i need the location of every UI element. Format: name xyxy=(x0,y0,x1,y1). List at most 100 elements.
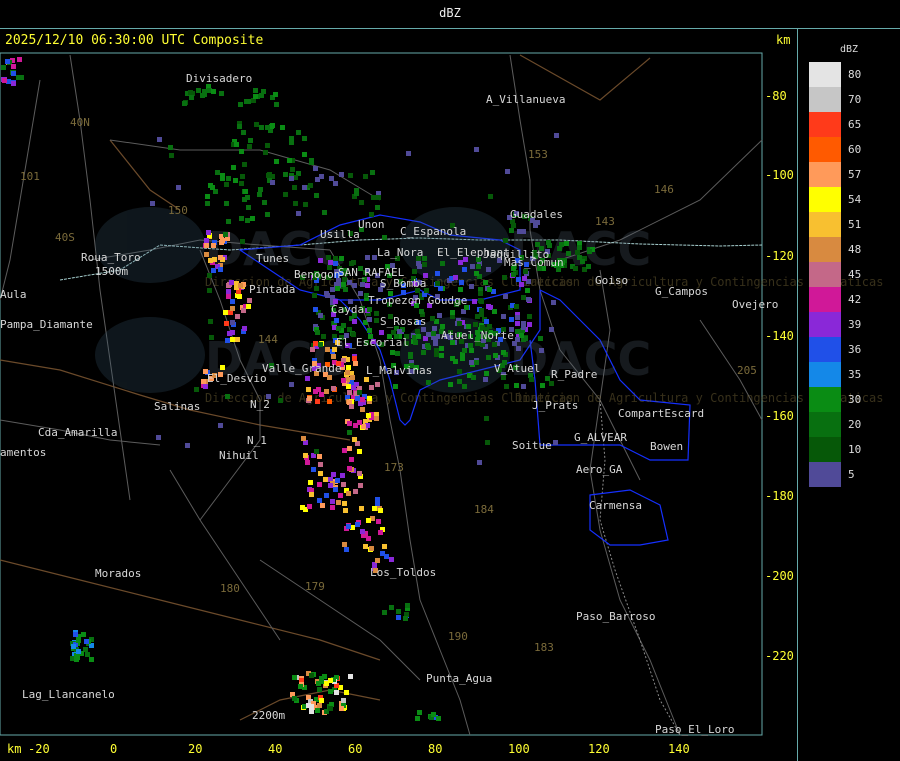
echo-cell xyxy=(405,603,410,608)
place-label: Benogon xyxy=(294,268,340,281)
echo-cell xyxy=(340,473,345,478)
echo-cell xyxy=(344,547,349,552)
legend-swatch xyxy=(809,287,841,312)
echo-cell xyxy=(324,389,329,394)
legend-swatch xyxy=(809,87,841,112)
echo-cell xyxy=(502,275,507,280)
echo-cell xyxy=(521,384,526,389)
echo-cell xyxy=(488,194,493,199)
echo-cell xyxy=(296,211,301,216)
echo-cell xyxy=(226,219,231,224)
echo-cell xyxy=(419,309,424,314)
echo-cell xyxy=(289,176,294,181)
y-tick-label: -80 xyxy=(765,89,787,103)
legend-swatch xyxy=(809,212,841,237)
echo-cell xyxy=(516,277,521,282)
place-label: Roua_Toro xyxy=(81,251,141,264)
legend-swatch xyxy=(809,62,841,87)
echo-cell xyxy=(305,376,310,381)
echo-cell xyxy=(261,89,266,94)
echo-cell xyxy=(312,293,317,298)
echo-cell xyxy=(317,482,322,487)
echo-cell xyxy=(526,297,531,302)
border-lines xyxy=(0,54,651,721)
echo-cell xyxy=(458,287,463,292)
echo-cell xyxy=(318,258,323,263)
echo-cell xyxy=(346,365,351,370)
echo-cell xyxy=(230,320,235,325)
echo-cell xyxy=(431,331,436,336)
echo-cell xyxy=(486,267,491,272)
echo-cell xyxy=(241,130,246,135)
echo-cell xyxy=(226,289,231,294)
echo-cell xyxy=(515,337,520,342)
echo-cell xyxy=(474,271,479,276)
echo-cell xyxy=(194,387,199,392)
echo-cell xyxy=(307,504,312,509)
legend-label: 60 xyxy=(848,143,862,156)
y-tick-label: -100 xyxy=(765,168,794,182)
echo-cell xyxy=(322,210,327,215)
echo-cell xyxy=(311,467,316,472)
place-label: Mas_Comun xyxy=(504,256,564,269)
echo-cell xyxy=(492,309,497,314)
legend-label: 48 xyxy=(848,243,862,256)
x-tick-label: 80 xyxy=(428,742,443,756)
echo-cell xyxy=(369,385,374,390)
echo-cell xyxy=(220,238,225,243)
echo-cell xyxy=(169,153,174,158)
echo-cell xyxy=(417,264,422,269)
echo-cell xyxy=(503,294,508,299)
echo-cell xyxy=(290,167,295,172)
echo-cell xyxy=(207,288,212,293)
place-label: Paso_Barroso xyxy=(576,610,655,623)
echo-cell xyxy=(298,684,303,689)
legend-label: 45 xyxy=(848,268,862,281)
legend-label: 57 xyxy=(848,168,862,181)
place-label: G_ALVEAR xyxy=(574,431,627,444)
echo-cell xyxy=(501,350,506,355)
echo-cell xyxy=(289,140,294,145)
echo-cell xyxy=(328,483,333,488)
echo-cell xyxy=(215,170,220,175)
echo-cell xyxy=(453,275,458,280)
echo-cell xyxy=(227,331,232,336)
echo-cell xyxy=(73,632,78,637)
echo-cell xyxy=(265,212,270,217)
echo-cell xyxy=(292,185,297,190)
echo-cell xyxy=(374,416,379,421)
echo-cell xyxy=(549,327,554,332)
echo-cell xyxy=(315,330,320,335)
route-number: 40N xyxy=(70,116,90,129)
legend-swatch xyxy=(809,162,841,187)
echo-cell xyxy=(367,307,372,312)
echo-cell xyxy=(431,712,436,717)
echo-cell xyxy=(74,657,79,662)
echo-cell xyxy=(293,201,298,206)
echo-cell xyxy=(84,639,89,644)
place-label: N_1 xyxy=(247,434,267,447)
echo-cell xyxy=(545,376,550,381)
echo-cell xyxy=(156,435,161,440)
echo-cell xyxy=(376,195,381,200)
echo-cell xyxy=(573,266,578,271)
echo-cell xyxy=(360,282,365,287)
echo-cell xyxy=(259,125,264,130)
echo-cell xyxy=(413,340,418,345)
echo-cell xyxy=(19,75,24,80)
echo-cell xyxy=(375,382,380,387)
echo-cell xyxy=(341,323,346,328)
echo-cell xyxy=(202,89,207,94)
echo-cell xyxy=(342,448,347,453)
echo-cell xyxy=(369,212,374,217)
echo-cell xyxy=(347,421,352,426)
echo-cell xyxy=(473,322,478,327)
echo-cell xyxy=(352,319,357,324)
echo-cell xyxy=(553,440,558,445)
echo-cell xyxy=(283,172,288,177)
legend-swatch xyxy=(809,387,841,412)
legend-label: 35 xyxy=(848,368,862,381)
echo-cell xyxy=(379,330,384,335)
echo-cell xyxy=(317,687,322,692)
echo-cell xyxy=(81,632,86,637)
